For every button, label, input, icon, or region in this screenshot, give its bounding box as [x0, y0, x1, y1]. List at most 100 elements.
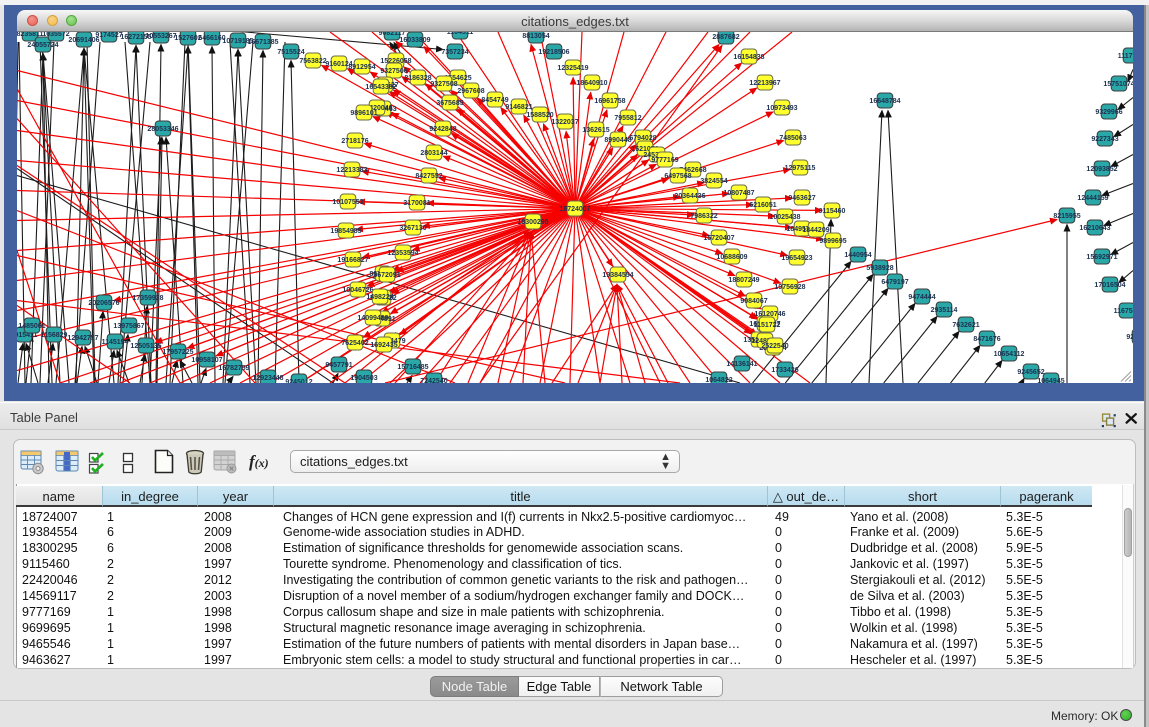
svg-text:18640910: 18640910 — [576, 80, 607, 87]
svg-text:7625402: 7625402 — [341, 340, 368, 347]
svg-text:9329966: 9329966 — [1095, 109, 1122, 116]
svg-text:9457791: 9457791 — [325, 362, 352, 369]
svg-text:19654923: 19654923 — [781, 255, 812, 262]
svg-text:16648784: 16648784 — [869, 98, 900, 105]
svg-text:8215955: 8215955 — [1053, 213, 1080, 220]
svg-text:20364436: 20364436 — [674, 193, 705, 200]
svg-text:1692435: 1692435 — [370, 342, 397, 349]
svg-text:9245652: 9245652 — [1017, 369, 1044, 376]
svg-text:3170081: 3170081 — [403, 200, 430, 207]
svg-text:9146821: 9146821 — [505, 104, 532, 111]
svg-text:10107553: 10107553 — [332, 199, 363, 206]
svg-text:8471676: 8471676 — [973, 336, 1000, 343]
svg-text:9115460: 9115460 — [819, 208, 846, 215]
svg-text:9899695: 9899695 — [819, 238, 846, 245]
svg-text:15720407: 15720407 — [703, 235, 734, 242]
svg-text:14136141: 14136141 — [726, 361, 757, 368]
svg-text:7955812: 7955812 — [614, 115, 641, 122]
svg-text:9463627: 9463627 — [788, 195, 815, 202]
svg-text:18724007: 18724007 — [559, 206, 590, 213]
svg-text:1156829: 1156829 — [41, 332, 68, 339]
svg-text:19854985: 19854985 — [330, 228, 361, 235]
svg-text:1064945: 1064945 — [1037, 378, 1064, 383]
svg-text:7563822: 7563822 — [299, 58, 326, 65]
svg-text:7357234: 7357234 — [441, 49, 468, 56]
svg-text:7485063: 7485063 — [779, 135, 806, 142]
svg-text:10553267: 10553267 — [145, 33, 176, 40]
svg-text:20206576: 20206576 — [88, 300, 119, 307]
svg-text:15716485: 15716485 — [397, 364, 428, 371]
svg-text:12975115: 12975115 — [785, 165, 816, 172]
svg-text:18300295: 18300295 — [517, 219, 548, 226]
svg-text:7986322: 7986322 — [690, 213, 717, 220]
svg-text:10654112: 10654112 — [994, 351, 1025, 358]
svg-text:9242848: 9242848 — [429, 126, 456, 133]
svg-text:13975867: 13975867 — [113, 323, 144, 330]
svg-text:16961758: 16961758 — [594, 98, 625, 105]
svg-text:7632621: 7632621 — [952, 322, 979, 329]
svg-text:7515524: 7515524 — [277, 49, 304, 56]
svg-text:12923448: 12923448 — [252, 375, 283, 382]
svg-text:9474444: 9474444 — [908, 294, 935, 301]
svg-text:16782759: 16782759 — [218, 365, 249, 372]
svg-text:12325419: 12325419 — [557, 65, 588, 72]
svg-text:6479197: 6479197 — [881, 279, 908, 286]
svg-text:17957225: 17957225 — [162, 349, 193, 356]
svg-text:18807249: 18807249 — [728, 277, 759, 284]
svg-text:15692971: 15692971 — [1086, 254, 1117, 261]
svg-text:8990448: 8990448 — [604, 137, 631, 144]
svg-text:8813054: 8813054 — [522, 33, 549, 40]
svg-text:1151722: 1151722 — [754, 322, 781, 329]
svg-text:1104511: 1104511 — [447, 32, 474, 36]
svg-text:1035572: 1035572 — [42, 32, 69, 38]
svg-text:9777169: 9777169 — [651, 157, 678, 164]
svg-text:19218506: 19218506 — [538, 49, 569, 56]
svg-text:12505135: 12505135 — [130, 343, 161, 350]
svg-text:6497568: 6497568 — [664, 173, 691, 180]
svg-text:1733426: 1733426 — [771, 367, 798, 374]
svg-text:28053346: 28053346 — [147, 126, 178, 133]
svg-text:1498224: 1498224 — [366, 294, 393, 301]
svg-text:10807487: 10807487 — [723, 190, 754, 197]
svg-text:12353594: 12353594 — [387, 250, 418, 257]
svg-text:17359928: 17359928 — [132, 295, 163, 302]
svg-text:3824554: 3824554 — [700, 178, 727, 185]
svg-text:7242540: 7242540 — [420, 378, 447, 383]
svg-text:12444159: 12444159 — [1077, 195, 1108, 202]
svg-text:2935114: 2935114 — [931, 307, 958, 314]
svg-text:1485061: 1485061 — [18, 323, 45, 330]
svg-text:9084067: 9084067 — [740, 298, 767, 305]
svg-text:19166827: 19166827 — [337, 257, 368, 264]
svg-text:3672091: 3672091 — [373, 272, 400, 279]
svg-text:8186328: 8186328 — [404, 75, 431, 82]
svg-text:19384554: 19384554 — [602, 272, 633, 279]
svg-text:1904503: 1904503 — [350, 375, 377, 382]
svg-text:1145194: 1145194 — [102, 339, 129, 346]
svg-text:3675685: 3675685 — [436, 100, 463, 107]
svg-text:24055724: 24055724 — [27, 42, 58, 49]
svg-text:6216051: 6216051 — [749, 202, 776, 209]
svg-text:1440954: 1440954 — [844, 252, 871, 259]
svg-text:9896101: 9896101 — [350, 110, 377, 117]
svg-text:9245012: 9245012 — [1126, 334, 1133, 341]
svg-text:16033809: 16033809 — [399, 37, 430, 44]
svg-text:9227343: 9227343 — [1091, 136, 1118, 143]
svg-text:10025438: 10025438 — [769, 214, 800, 221]
svg-text:10688609: 10688609 — [716, 254, 747, 261]
svg-text:2803144: 2803144 — [420, 150, 447, 157]
svg-text:3267130: 3267130 — [399, 225, 426, 232]
svg-text:15751074: 15751074 — [1103, 81, 1133, 88]
svg-text:1117702: 1117702 — [1118, 53, 1133, 60]
svg-text:2522540: 2522540 — [761, 343, 788, 350]
svg-text:9174527: 9174527 — [95, 32, 122, 39]
svg-text:10046726: 10046726 — [342, 287, 373, 294]
svg-text:9245012: 9245012 — [285, 379, 312, 383]
svg-text:12213967: 12213967 — [749, 80, 780, 87]
svg-text:17016504: 17016504 — [1094, 282, 1125, 289]
svg-text:1844209: 1844209 — [802, 227, 829, 234]
svg-text:16671385: 16671385 — [247, 39, 278, 46]
svg-text:9327506: 9327506 — [380, 68, 407, 75]
svg-text:12942757: 12942757 — [67, 335, 98, 342]
svg-text:16210643: 16210643 — [1079, 225, 1110, 232]
svg-text:2887682: 2887682 — [712, 34, 739, 41]
